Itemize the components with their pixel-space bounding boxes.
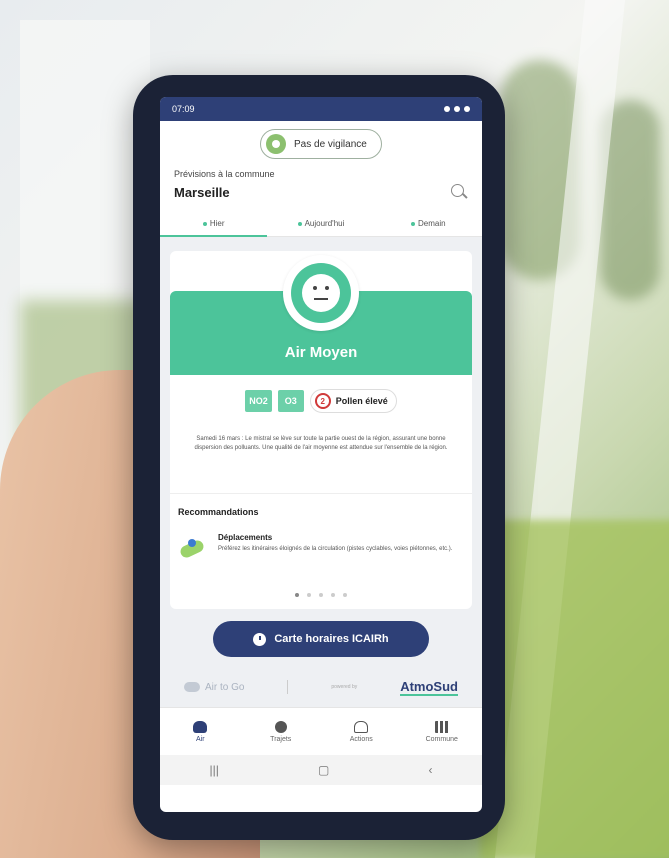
recommendations-title: Recommandations bbox=[178, 507, 259, 517]
home-button[interactable]: ▢ bbox=[318, 763, 329, 777]
city-name[interactable]: Marseille bbox=[174, 185, 230, 200]
carousel-dot[interactable] bbox=[343, 593, 347, 597]
carousel-dot[interactable] bbox=[319, 593, 323, 597]
hourly-map-label: Carte horaires ICAIRh bbox=[274, 633, 389, 645]
pollen-badge[interactable]: 2 Pollen élevé bbox=[309, 389, 397, 413]
hourly-map-button[interactable]: Carte horaires ICAIRh bbox=[213, 621, 429, 657]
carousel-dots[interactable] bbox=[170, 593, 472, 597]
battery-icon bbox=[464, 106, 470, 112]
bottom-navigation: Air Trajets Actions Commune bbox=[160, 707, 482, 755]
nav-label: Trajets bbox=[270, 735, 292, 743]
pollen-label: Pollen élevé bbox=[335, 396, 388, 406]
nav-label: Actions bbox=[349, 735, 373, 743]
recommendation-body: Préférez les itinéraires éloignés de la … bbox=[218, 546, 453, 552]
face-eye bbox=[325, 286, 329, 290]
location-icon bbox=[444, 106, 450, 112]
air-quality-title: Air Moyen bbox=[284, 344, 358, 361]
city-row: Marseille bbox=[160, 179, 482, 201]
face-inner bbox=[302, 274, 340, 312]
status-time: 07:09 bbox=[172, 104, 195, 114]
vigilance-badge[interactable]: Pas de vigilance bbox=[260, 129, 382, 159]
recommendation-item[interactable]: Déplacements Préférez les itinéraires él… bbox=[178, 533, 464, 563]
carousel-dot[interactable] bbox=[331, 593, 335, 597]
tab-tomorrow[interactable]: Demain bbox=[375, 213, 482, 236]
divider bbox=[170, 493, 472, 494]
forecast-label: Prévisions à la commune bbox=[174, 169, 275, 179]
wifi-icon bbox=[454, 106, 460, 112]
cloud-icon bbox=[193, 720, 208, 733]
air-description: Samedi 16 mars : Le mistral se lève sur … bbox=[194, 436, 448, 451]
city-icon bbox=[434, 720, 449, 733]
tab-label: Demain bbox=[418, 219, 446, 228]
vigilance-label: Pas de vigilance bbox=[294, 138, 367, 150]
nav-actions[interactable]: Actions bbox=[321, 708, 402, 755]
day-tabs: Hier Aujourd'hui Demain bbox=[160, 213, 482, 237]
back-button[interactable]: ‹ bbox=[428, 763, 432, 777]
separator bbox=[287, 680, 289, 694]
nav-commune[interactable]: Commune bbox=[402, 708, 483, 755]
airtogo-logo: Air to Go bbox=[184, 682, 244, 693]
airtogo-label: Air to Go bbox=[205, 681, 245, 693]
status-dot bbox=[297, 221, 302, 226]
route-icon bbox=[274, 720, 287, 733]
partners-bar: Air to Go powered by AtmoSud bbox=[160, 667, 482, 707]
pollen-level-icon: 2 bbox=[314, 393, 331, 409]
pollutant-o3-badge[interactable]: O3 bbox=[277, 390, 304, 412]
nav-trajets[interactable]: Trajets bbox=[241, 708, 322, 755]
neutral-face-icon bbox=[291, 263, 351, 323]
main-content: Air Moyen NO2 O3 2 Pollen élevé Samedi 1… bbox=[160, 237, 482, 609]
status-icons bbox=[444, 106, 470, 112]
tab-today[interactable]: Aujourd'hui bbox=[267, 213, 374, 236]
status-dot bbox=[411, 221, 416, 226]
status-bar: 07:09 bbox=[160, 97, 482, 121]
carousel-dot[interactable] bbox=[307, 593, 311, 597]
air-quality-card: Air Moyen NO2 O3 2 Pollen élevé Samedi 1… bbox=[170, 251, 472, 609]
nav-label: Air bbox=[195, 735, 205, 743]
recommendation-text: Déplacements Préférez les itinéraires él… bbox=[218, 533, 452, 563]
background-grass bbox=[480, 520, 669, 858]
clock-icon bbox=[253, 632, 267, 646]
tab-yesterday[interactable]: Hier bbox=[160, 213, 268, 237]
pollutants-row: NO2 O3 2 Pollen élevé bbox=[170, 389, 472, 413]
pollutant-no2-badge[interactable]: NO2 bbox=[245, 390, 272, 412]
recent-apps-button[interactable]: ||| bbox=[210, 763, 219, 777]
face-eye bbox=[313, 286, 317, 290]
cta-wrap: Carte horaires ICAIRh bbox=[160, 609, 482, 667]
phone-screen: 07:09 Pas de vigilance Prévisions à la c… bbox=[160, 97, 482, 812]
search-icon[interactable] bbox=[450, 183, 468, 201]
face-mouth bbox=[314, 298, 328, 300]
nav-label: Commune bbox=[425, 735, 458, 743]
face-badge bbox=[283, 255, 359, 331]
recommendation-title: Déplacements bbox=[218, 533, 273, 542]
system-navigation-bar: ||| ▢ ‹ bbox=[160, 755, 482, 785]
powered-by-label: powered by bbox=[331, 684, 358, 690]
bell-icon bbox=[354, 720, 369, 733]
nav-air[interactable]: Air bbox=[160, 708, 241, 755]
atmosud-logo: AtmoSud bbox=[400, 678, 458, 696]
status-dot bbox=[202, 221, 207, 226]
cloud-logo-icon bbox=[184, 682, 200, 692]
vigilance-icon bbox=[266, 134, 286, 154]
tab-label: Hier bbox=[209, 219, 225, 228]
tab-label: Aujourd'hui bbox=[304, 219, 345, 228]
carousel-dot[interactable] bbox=[295, 593, 299, 597]
travel-icon bbox=[178, 533, 208, 563]
